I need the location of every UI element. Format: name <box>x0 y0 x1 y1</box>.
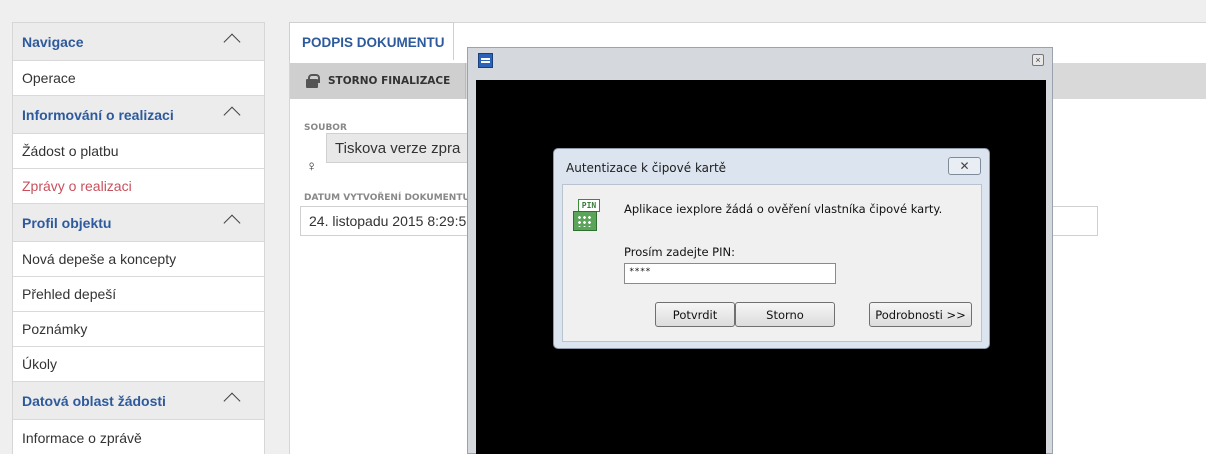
pin-dialog: Autentizace k čipové kartě ✕ PIN Aplikac… <box>553 148 990 349</box>
cancel-button[interactable]: Storno <box>735 302 835 327</box>
section-navigace[interactable]: Navigace <box>13 23 264 61</box>
pin-keypad-icon: PIN <box>573 199 600 231</box>
dialog-message: Aplikace iexplore žádá o ověření vlastní… <box>624 202 943 216</box>
pin-input[interactable]: **** <box>624 263 836 284</box>
chevron-up-icon[interactable] <box>223 214 241 232</box>
section-title: Datová oblast žádosti <box>22 392 166 409</box>
sidebar-item-ukoly[interactable]: Úkoly <box>13 347 264 382</box>
sidebar-item-nova-depese[interactable]: Nová depeše a koncepty <box>13 242 264 277</box>
sidebar-item-prehled-depesi[interactable]: Přehled depeší <box>13 277 264 312</box>
file-label: SOUBOR <box>304 123 347 133</box>
sidebar-item-poznamky[interactable]: Poznámky <box>13 312 264 347</box>
tab-podpis-dokumentu[interactable]: PODPIS DOKUMENTU <box>289 22 454 60</box>
dialog-client-area: PIN Aplikace iexplore žádá o ověření vla… <box>562 184 982 342</box>
sidebar-item-zpravy-o-realizaci[interactable]: Zprávy o realizaci <box>13 169 264 204</box>
chevron-up-icon[interactable] <box>223 392 241 410</box>
section-datova-oblast[interactable]: Datová oblast žádosti <box>13 382 264 420</box>
storno-finalizace-button[interactable]: STORNO FINALIZACE <box>290 63 466 99</box>
sidebar-item-zadost-o-platbu[interactable]: Žádost o platbu <box>13 134 264 169</box>
key-icon: ♀ <box>306 158 318 175</box>
unlock-icon <box>306 74 320 88</box>
section-title: Profil objektu <box>22 214 112 231</box>
date-field[interactable]: 24. listopadu 2015 8:29:5 <box>300 206 486 236</box>
close-icon[interactable]: × <box>1032 54 1044 66</box>
section-profil-objektu[interactable]: Profil objektu <box>13 204 264 242</box>
file-field[interactable]: Tiskova verze zpra <box>326 133 486 163</box>
dialog-title: Autentizace k čipové kartě <box>566 161 727 175</box>
sidebar: Navigace Operace Informování o realizaci… <box>12 22 265 454</box>
chevron-up-icon[interactable] <box>223 33 241 51</box>
sidebar-item-operace[interactable]: Operace <box>13 61 264 96</box>
confirm-button[interactable]: Potvrdit <box>655 302 735 327</box>
dialog-close-button[interactable]: ✕ <box>948 157 981 175</box>
section-title: Navigace <box>22 33 84 50</box>
storno-finalizace-label: STORNO FINALIZACE <box>328 75 451 87</box>
chevron-up-icon[interactable] <box>223 106 241 124</box>
pin-label: Prosím zadejte PIN: <box>624 245 735 259</box>
section-informovani[interactable]: Informování o realizaci <box>13 96 264 134</box>
details-button[interactable]: Podrobnosti >> <box>869 302 972 327</box>
sidebar-item-informace-o-zprave[interactable]: Informace o zprávě <box>13 420 264 454</box>
date-label: DATUM VYTVOŘENÍ DOKUMENTU <box>304 193 470 203</box>
window-icon <box>478 53 493 68</box>
section-title: Informování o realizaci <box>22 106 174 123</box>
